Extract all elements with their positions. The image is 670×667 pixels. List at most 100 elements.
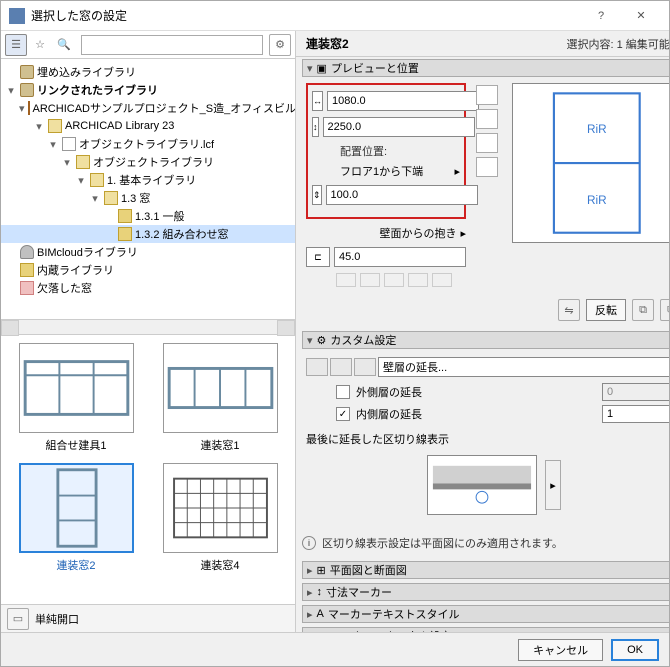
orient-icon-1[interactable]: ⧉ [632,299,654,321]
note-line: i 区切り線表示設定は平面図にのみ適用されます。 [302,535,669,551]
section-plan-bar[interactable]: ▸⊞平面図と断面図 [302,561,669,579]
catalog-grid: 組合せ建具1連装窓1連装窓2連装窓4 [1,335,295,604]
right-panel: 連装窓2 選択内容: 1 編集可能: 1 ▾ ▣ プレビューと位置 ↔ [296,31,669,632]
custom-icon: ⚙ [317,334,327,347]
titlebar: 選択した窓の設定 ? ✕ [1,1,669,31]
next-preview-button[interactable]: ▸ [545,460,561,510]
tree-item[interactable]: 1.3.2 組み合わせ窓 [1,225,295,243]
info-icon: i [302,536,316,550]
tree-item[interactable]: ▾1.3 窓 [1,189,295,207]
inner-ext-input[interactable] [602,405,669,423]
custom-tab-2[interactable] [330,358,352,376]
right-header: 連装窓2 選択内容: 1 編集可能: 1 [296,31,669,57]
dialog-window: 選択した窓の設定 ? ✕ ☰ ☆ 🔍 ⚙ 埋め込みライブラリ▾リンクされたライブ… [0,0,670,667]
section-preview-body: ↔ ↕ 配置位置: フロア1から下端 ▸ [306,83,669,321]
orient-icon-2[interactable]: ⧉ [660,299,669,321]
wall-offset-input[interactable] [334,247,466,267]
preview-thumbnail: RiR RiR [512,83,669,243]
position-value[interactable]: フロア1から下端 [340,163,450,179]
app-icon [9,8,25,24]
svg-text:RiR: RiR [587,194,607,207]
height-input[interactable] [323,117,475,137]
left-panel: ☰ ☆ 🔍 ⚙ 埋め込みライブラリ▾リンクされたライブラリ▾ARCHICADサン… [1,31,296,632]
width-input[interactable] [327,91,479,111]
outer-ext-label: 外側層の延長 [356,384,596,400]
tree-item[interactable]: BIMcloudライブラリ [1,243,295,261]
tree-item[interactable]: ▾ARCHICADサンプルプロジェクト_S造_オフィスビル_AC23.pln [1,99,295,117]
inner-ext-checkbox[interactable]: ✓ [336,407,350,421]
chevron-down-icon: ▾ [307,334,313,347]
section-custom-bar[interactable]: ▾ ⚙ カスタム設定 [302,331,669,349]
tree-item[interactable]: 欠落した窓 [1,279,295,297]
catalog-item[interactable]: 連装窓2 [9,463,143,573]
flip-button[interactable]: 反転 [586,299,626,321]
anchor-icons[interactable] [336,273,466,287]
dialog-footer: キャンセル OK [1,632,669,666]
tree-item[interactable]: ▾リンクされたライブラリ [1,81,295,99]
wall-offset-label: 壁面からの抱き [379,225,456,241]
view-icon-1[interactable] [476,85,498,105]
section-custom-title: カスタム設定 [330,332,396,348]
dialog-title: 選択した窓の設定 [31,7,581,24]
close-button[interactable]: ✕ [621,2,661,30]
section-preview-image [427,455,537,515]
custom-dropdown[interactable]: 壁層の延長... ▾ [378,357,669,377]
view-icon-4[interactable] [476,157,498,177]
wall-arrow-icon[interactable]: ▸ [460,227,466,240]
section-mtext-bar[interactable]: ▸Aマーカーテキストスタイル [302,605,669,623]
custom-tab-1[interactable] [306,358,328,376]
tree-item[interactable]: ▾1. 基本ライブラリ [1,171,295,189]
catalog-item[interactable]: 組合せ建具1 [9,343,143,453]
favorite-button[interactable]: ☆ [29,34,51,56]
tree-item[interactable]: ▾オブジェクトライブラリ [1,153,295,171]
left-footer: ▭ 単純開口 [1,604,295,632]
height-icon: ↕ [312,117,319,137]
catalog-item[interactable]: 連装窓1 [153,343,287,453]
outer-ext-checkbox[interactable] [336,385,350,399]
section-mtext-title: マーカーテキストスタイル [328,606,460,622]
mirror-icon[interactable]: ⇋ [558,299,580,321]
section-marker-bar[interactable]: ▸↕寸法マーカー [302,583,669,601]
view-icon-2[interactable] [476,109,498,129]
object-name: 連装窓2 [306,35,349,52]
selection-info: 選択内容: 1 編集可能: 1 [566,36,669,52]
opening-icon[interactable]: ▭ [7,608,29,630]
inner-ext-label: 内側層の延長 [356,406,596,422]
tree-item[interactable]: 1.3.1 一般 [1,207,295,225]
view-icon-3[interactable] [476,133,498,153]
note-text: 区切り線表示設定は平面図にのみ適用されます。 [322,535,563,551]
catalog-item[interactable]: 連装窓4 [153,463,287,573]
tree-h-scrollbar[interactable] [1,319,295,335]
custom-dropdown-label: 壁層の延長... [383,359,447,375]
ok-button[interactable]: OK [611,639,659,661]
custom-tab-3[interactable] [354,358,376,376]
last-ext-label: 最後に延長した区切り線表示 [306,431,669,447]
params-group: ↔ ↕ 配置位置: フロア1から下端 ▸ [306,83,466,219]
cancel-button[interactable]: キャンセル [518,639,603,661]
tree-item[interactable]: ▾ARCHICAD Library 23 [1,117,295,135]
offset-icon: ⇕ [312,185,322,205]
settings-button[interactable]: ⚙ [269,34,291,56]
dialog-body: ☰ ☆ 🔍 ⚙ 埋め込みライブラリ▾リンクされたライブラリ▾ARCHICADサン… [1,31,669,632]
search-button[interactable]: 🔍 [53,34,75,56]
section-custom-body: 壁層の延長... ▾ 外側層の延長 ✓ 内側層の延長 最後に延長した区切り線表 [306,355,669,523]
section-preview-title: プレビューと位置 [331,60,419,76]
chevron-down-icon: ▾ [307,62,313,75]
view-mode-icons[interactable] [476,83,502,293]
position-label: 配置位置: [312,143,460,159]
width-icon: ↔ [312,91,323,111]
tree-view-button[interactable]: ☰ [5,34,27,56]
svg-text:RiR: RiR [587,123,607,136]
section-preview-bar[interactable]: ▾ ▣ プレビューと位置 [302,59,669,77]
section-marker-title: 寸法マーカー [326,584,392,600]
tree-item[interactable]: ▾オブジェクトライブラリ.lcf [1,135,295,153]
preview-icon: ▣ [317,62,327,75]
search-input[interactable] [81,35,263,55]
tree-item[interactable]: 埋め込みライブラリ [1,63,295,81]
opening-label: 単純開口 [35,611,79,627]
help-button[interactable]: ? [581,2,621,30]
position-arrow-icon[interactable]: ▸ [454,165,460,178]
tree-item[interactable]: 内蔵ライブラリ [1,261,295,279]
library-tree[interactable]: 埋め込みライブラリ▾リンクされたライブラリ▾ARCHICADサンプルプロジェクト… [1,59,295,319]
offset-input[interactable] [326,185,478,205]
